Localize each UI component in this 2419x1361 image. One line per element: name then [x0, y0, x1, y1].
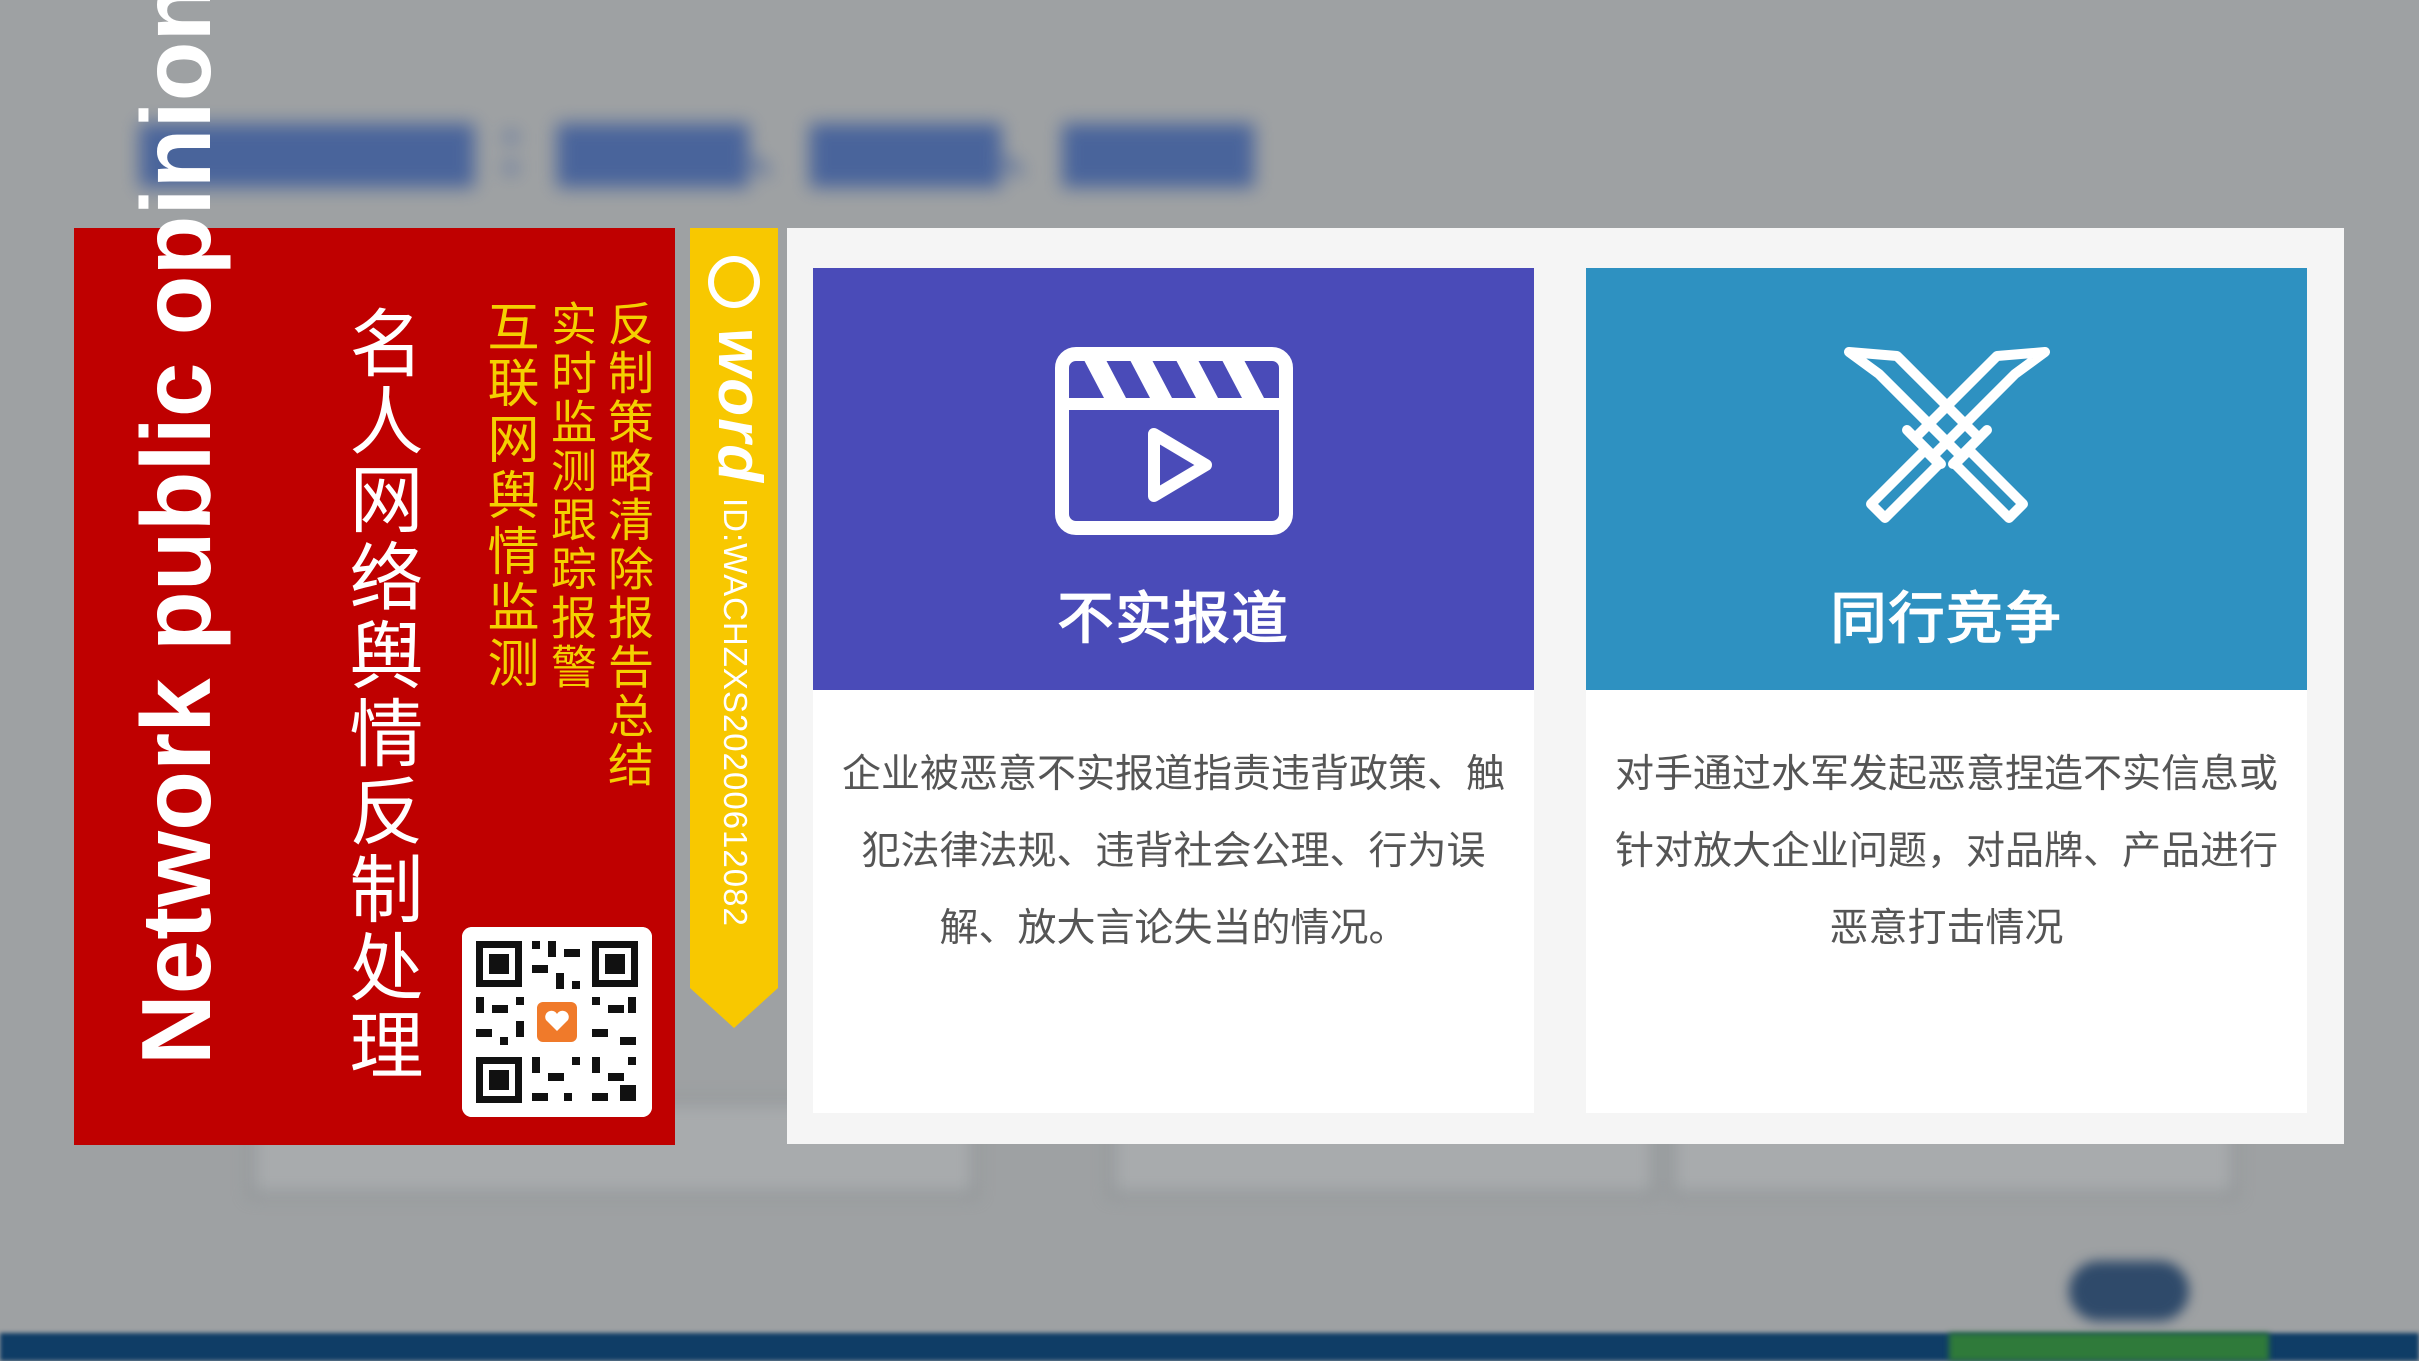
card-header: 同行竞争	[1586, 268, 2307, 690]
brand-word: word	[705, 328, 774, 485]
chinese-title: 名人网络舆情反制处理	[337, 305, 423, 1085]
qr-code[interactable]	[462, 927, 652, 1117]
english-title: Network public opinion monitoring	[121, 0, 231, 1065]
crossed-swords-icon	[1843, 347, 2050, 523]
card-peer-competition[interactable]: 同行竞争 对手通过水军发起恶意捏造不实信息或针对放大企业问题，对品牌、产品进行恶…	[1586, 268, 2307, 1113]
brand-id: ID:WACHZXS20200612082	[717, 498, 754, 927]
cards-container: 不实报道 企业被恶意不实报道指责违背政策、触犯法律法规、违背社会公理、行为误解、…	[787, 228, 2344, 1144]
brand-ribbon: word ID:WACHZXS20200612082	[690, 228, 778, 1028]
card-description: 对手通过水军发起恶意捏造不实信息或针对放大企业问题，对品牌、产品进行恶意打击情况	[1614, 752, 2278, 951]
card-title: 不实报道	[1057, 587, 1290, 652]
card-title: 同行竞争	[1830, 587, 2063, 652]
subtitle-countermeasure: 反制策略清除报告总结	[601, 300, 655, 790]
subtitle-tracking: 实时监测跟踪报警	[544, 300, 598, 692]
card-false-reports[interactable]: 不实报道 企业被恶意不实报道指责违背政策、触犯法律法规、违背社会公理、行为误解、…	[813, 268, 1534, 1113]
card-header: 不实报道	[813, 268, 1534, 690]
blurred-logo	[2069, 1261, 2189, 1321]
bottom-bar-accent	[1949, 1333, 2269, 1361]
card-description: 企业被恶意不实报道指责违背政策、触犯法律法规、违背社会公理、行为误解、放大言论失…	[841, 752, 1505, 951]
video-clapperboard-icon	[1054, 347, 1293, 535]
blurred-headline: ▇▇▇▇▇▇▇ ：▇▇▇▇、▇▇▇▇、▇▇▇▇	[140, 114, 1254, 187]
qr-code-icon	[462, 927, 652, 1117]
subtitle-monitoring: 互联网舆情监测	[478, 300, 538, 692]
brand-logo-icon	[708, 256, 760, 308]
